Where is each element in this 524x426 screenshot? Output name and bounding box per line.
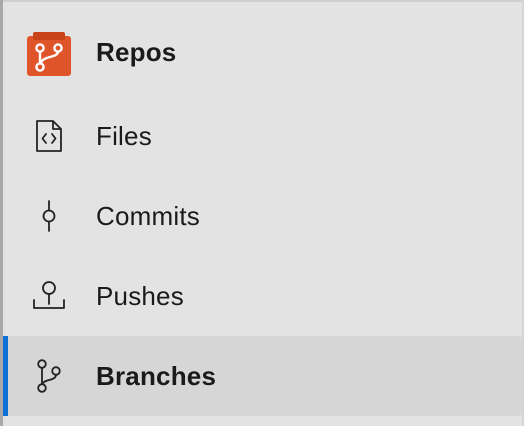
repos-nav-list: Repos Files Commits Pushes Branches [3, 8, 522, 416]
selected-indicator [3, 336, 8, 416]
repos-navigation-panel: Repos Files Commits Pushes Branches [0, 0, 524, 426]
nav-item-commits-label: Commits [96, 200, 200, 231]
nav-item-commits[interactable]: Commits [3, 176, 522, 256]
branch-icon [25, 352, 73, 400]
repos-title: Repos [96, 37, 177, 67]
nav-item-branches-label: Branches [96, 360, 217, 391]
nav-item-pushes[interactable]: Pushes [3, 256, 522, 336]
file-code-icon [25, 112, 73, 160]
nav-item-branches[interactable]: Branches [3, 336, 522, 416]
repos-app-icon [25, 30, 73, 78]
commit-icon [25, 192, 73, 240]
top-border [0, 0, 524, 2]
push-icon [25, 272, 73, 320]
nav-item-files-label: Files [96, 120, 152, 151]
nav-header-repos[interactable]: Repos [3, 8, 522, 96]
nav-item-pushes-label: Pushes [96, 280, 184, 311]
nav-item-files[interactable]: Files [3, 96, 522, 176]
